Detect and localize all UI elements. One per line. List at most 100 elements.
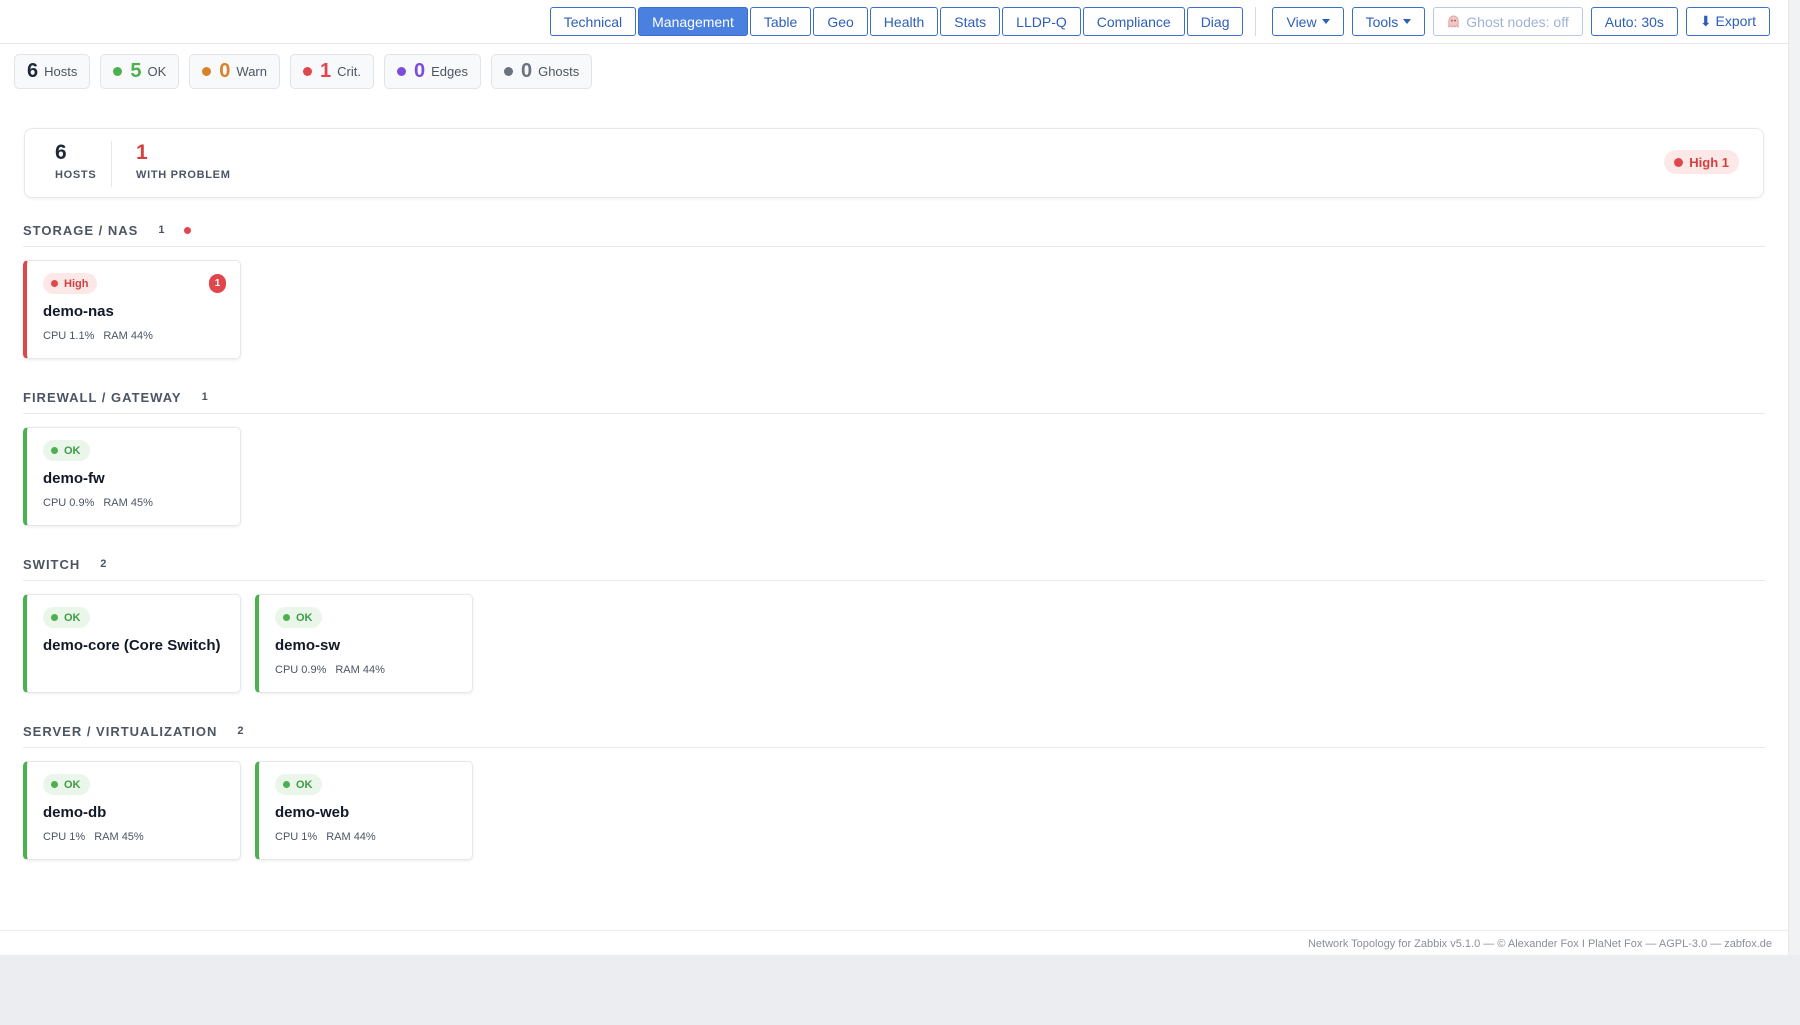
section-divider bbox=[23, 246, 1765, 247]
group-title: SERVER / VIRTUALIZATION bbox=[23, 723, 218, 739]
status-label: OK bbox=[64, 778, 81, 791]
stat-edges-value: 0 bbox=[413, 60, 426, 82]
cpu-metric: CPU 1% bbox=[275, 831, 318, 843]
ram-metric: RAM 44% bbox=[103, 330, 153, 342]
stat-warn: 0 Warn bbox=[189, 54, 280, 89]
view-menu-label: View bbox=[1286, 13, 1317, 30]
status-dot-icon bbox=[51, 447, 58, 454]
ghost-nodes-toggle[interactable]: Ghost nodes: off bbox=[1433, 7, 1583, 36]
summary-divider bbox=[111, 141, 112, 187]
problem-count-badge: 1 bbox=[209, 274, 226, 293]
tab-health[interactable]: Health bbox=[869, 7, 939, 36]
status-dot-icon bbox=[283, 781, 290, 788]
stat-crit: 1 Crit. bbox=[289, 54, 374, 89]
group-title: STORAGE / NAS bbox=[23, 222, 139, 238]
group-count: 2 bbox=[100, 558, 107, 570]
tools-menu-button[interactable]: Tools bbox=[1351, 7, 1426, 36]
host-name: demo-core (Core Switch) bbox=[43, 637, 221, 654]
crit-status-dot-icon bbox=[302, 67, 312, 76]
stat-crit-label: Crit. bbox=[337, 64, 361, 79]
group-header-firewall-gateway: FIREWALL / GATEWAY 1 bbox=[23, 387, 1765, 407]
host-card-demo-fw[interactable]: OK demo-fw CPU 0.9% RAM 45% bbox=[23, 427, 241, 526]
host-name: demo-sw bbox=[275, 637, 341, 654]
group-count: 2 bbox=[237, 725, 244, 737]
section-divider bbox=[23, 747, 1765, 748]
status-dot-icon bbox=[51, 614, 58, 621]
host-metrics: CPU 0.9% RAM 44% bbox=[275, 664, 394, 676]
footer-credits: Network Topology for Zabbix v5.1.0 — © A… bbox=[1307, 938, 1772, 950]
auto-refresh-button[interactable]: Auto: 30s bbox=[1590, 7, 1678, 36]
status-badge: OK bbox=[275, 607, 322, 628]
host-metrics: CPU 1.1% RAM 44% bbox=[43, 330, 162, 342]
stat-ghosts-value: 0 bbox=[520, 60, 533, 82]
summary-hosts: 6 HOSTS bbox=[55, 141, 96, 181]
status-badge: OK bbox=[275, 774, 322, 795]
host-card-demo-nas[interactable]: High 1 demo-nas CPU 1.1% RAM 44% bbox=[23, 260, 241, 359]
group-header-storage-nas: STORAGE / NAS 1 bbox=[23, 220, 1765, 240]
caret-down-icon bbox=[1403, 19, 1412, 24]
group-header-switch: SWITCH 2 bbox=[23, 554, 1765, 574]
view-menu-button[interactable]: View bbox=[1272, 7, 1344, 36]
severity-high-badge[interactable]: High 1 bbox=[1664, 150, 1739, 174]
stat-hosts: 6 Hosts bbox=[14, 54, 91, 89]
group-header-server-virtualization: SERVER / VIRTUALIZATION 2 bbox=[23, 721, 1765, 741]
tab-lldp-q[interactable]: LLDP-Q bbox=[1002, 7, 1081, 36]
summary-panel: 6 HOSTS 1 WITH PROBLEM High 1 bbox=[24, 128, 1764, 198]
tab-management[interactable]: Management bbox=[638, 7, 748, 36]
host-card-demo-web[interactable]: OK demo-web CPU 1% RAM 44% bbox=[255, 761, 473, 860]
status-badge: High bbox=[43, 273, 98, 294]
group-title: SWITCH bbox=[23, 556, 81, 572]
status-badge: OK bbox=[43, 607, 90, 628]
ok-status-dot-icon bbox=[113, 67, 123, 76]
problem-dot-icon bbox=[184, 226, 192, 234]
stat-ok: 5 OK bbox=[100, 54, 180, 89]
cpu-metric: CPU 0.9% bbox=[43, 497, 95, 509]
export-button[interactable]: ⬇ Export bbox=[1685, 7, 1770, 36]
app-window: Technical Management Table Geo Health St… bbox=[0, 0, 1788, 955]
tab-technical[interactable]: Technical bbox=[549, 7, 637, 36]
ram-metric: RAM 44% bbox=[326, 831, 376, 843]
status-label: High bbox=[64, 277, 89, 290]
summary-problem-label: WITH PROBLEM bbox=[136, 169, 231, 181]
ghosts-status-dot-icon bbox=[503, 67, 513, 76]
cpu-metric: CPU 1% bbox=[43, 831, 86, 843]
host-card-demo-core[interactable]: OK demo-core (Core Switch) bbox=[23, 594, 241, 693]
ghost-nodes-label: Ghost nodes: off bbox=[1466, 13, 1569, 30]
status-label: OK bbox=[64, 611, 81, 624]
severity-high-label: High 1 bbox=[1689, 154, 1729, 170]
stat-warn-value: 0 bbox=[219, 60, 231, 82]
tab-compliance[interactable]: Compliance bbox=[1082, 7, 1185, 36]
toolbar-divider bbox=[1255, 7, 1257, 36]
ghost-icon bbox=[1448, 15, 1459, 28]
stat-hosts-label: Hosts bbox=[44, 64, 78, 79]
host-card-demo-db[interactable]: OK demo-db CPU 1% RAM 45% bbox=[23, 761, 241, 860]
tab-geo[interactable]: Geo bbox=[813, 7, 868, 36]
host-card-demo-sw[interactable]: OK demo-sw CPU 0.9% RAM 44% bbox=[255, 594, 473, 693]
group-count: 1 bbox=[158, 224, 165, 236]
high-severity-dot-icon bbox=[1674, 157, 1684, 167]
stat-ok-label: OK bbox=[147, 64, 167, 79]
host-name: demo-db bbox=[43, 804, 107, 821]
section-divider bbox=[23, 413, 1765, 414]
status-dot-icon bbox=[51, 781, 58, 788]
edges-status-dot-icon bbox=[396, 67, 406, 76]
tab-diag[interactable]: Diag bbox=[1186, 7, 1244, 36]
host-metrics: CPU 1% RAM 45% bbox=[43, 831, 153, 843]
tools-menu-label: Tools bbox=[1365, 13, 1399, 30]
cpu-metric: CPU 1.1% bbox=[43, 330, 95, 342]
ram-metric: RAM 44% bbox=[335, 664, 385, 676]
stat-warn-label: Warn bbox=[236, 64, 267, 79]
summary-hosts-label: HOSTS bbox=[55, 169, 97, 181]
host-metrics: CPU 0.9% RAM 45% bbox=[43, 497, 162, 509]
tab-table[interactable]: Table bbox=[749, 7, 812, 36]
page-scrollbar[interactable] bbox=[1788, 0, 1800, 955]
cpu-metric: CPU 0.9% bbox=[275, 664, 327, 676]
stat-ok-value: 5 bbox=[130, 60, 142, 82]
tab-stats[interactable]: Stats bbox=[940, 7, 1001, 36]
stat-hosts-value: 6 bbox=[27, 60, 39, 82]
summary-hosts-value: 6 bbox=[55, 141, 67, 164]
section-divider bbox=[23, 580, 1765, 581]
caret-down-icon bbox=[1321, 19, 1330, 24]
summary-problem-value: 1 bbox=[136, 141, 148, 164]
ram-metric: RAM 45% bbox=[103, 497, 153, 509]
